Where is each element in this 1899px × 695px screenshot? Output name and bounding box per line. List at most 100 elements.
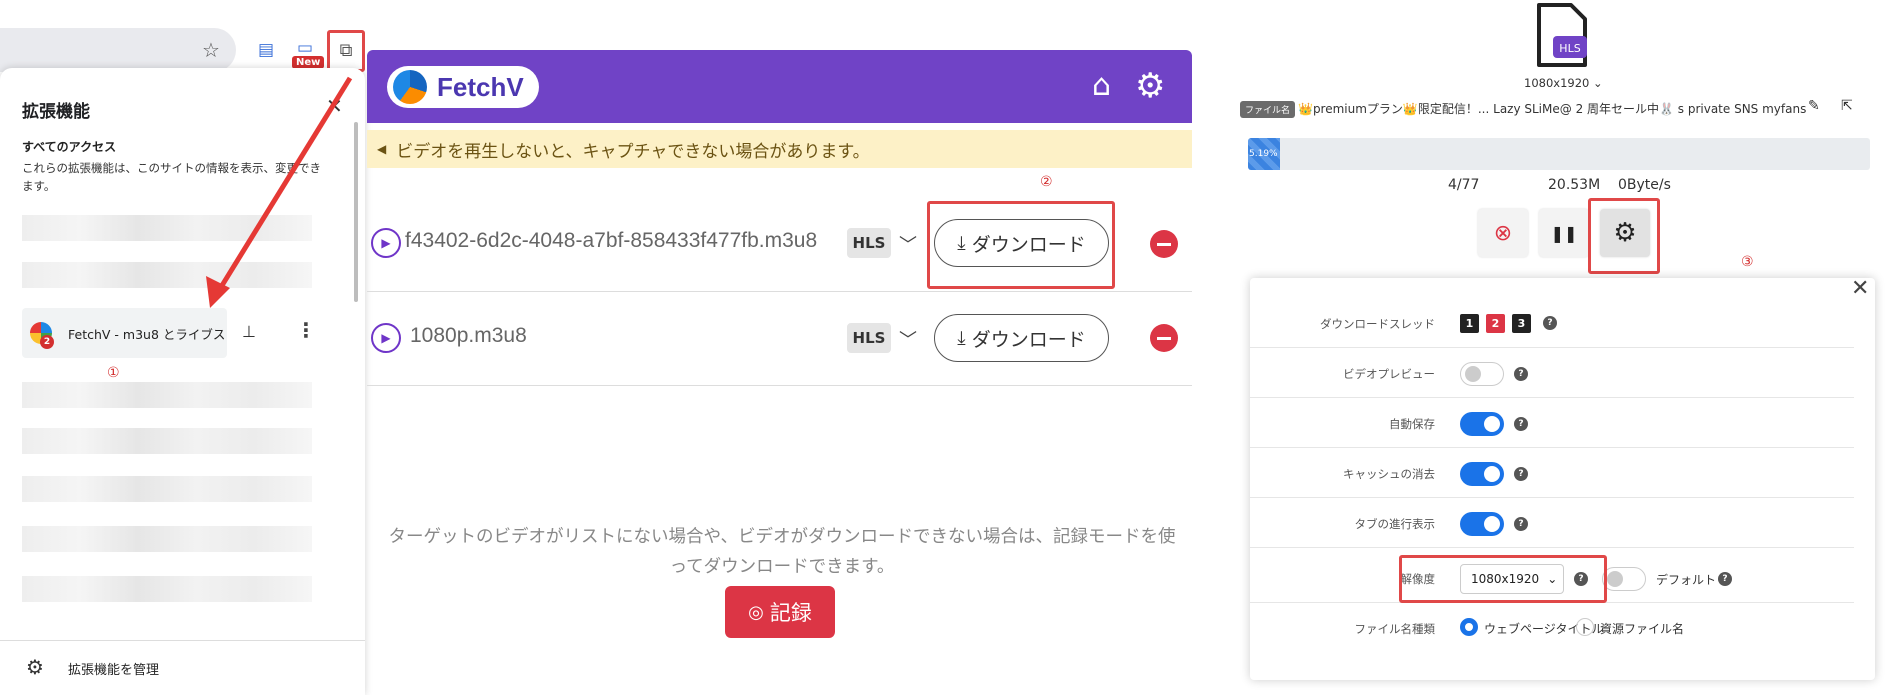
- radio-source-name[interactable]: [1576, 618, 1594, 636]
- tab-progress-toggle[interactable]: [1460, 512, 1504, 536]
- star-icon[interactable]: ☆: [198, 37, 224, 63]
- access-title: すべてのアクセス: [22, 140, 117, 154]
- gear-icon[interactable]: ⚙: [1135, 66, 1165, 106]
- chevron-down-icon: ⌄: [1593, 76, 1603, 90]
- help-icon[interactable]: ?: [1514, 417, 1528, 431]
- download-button[interactable]: ⤓ ダウンロード: [934, 314, 1109, 362]
- filename-tag: ファイル名: [1240, 101, 1296, 118]
- setting-label: キャッシュの消去: [1343, 467, 1435, 481]
- remove-button[interactable]: [1150, 324, 1178, 352]
- remove-button[interactable]: [1150, 230, 1178, 258]
- clear-cache-toggle[interactable]: [1460, 462, 1504, 486]
- blurred-extension-row: [22, 476, 312, 502]
- more-vert-icon[interactable]: ⋮: [296, 318, 316, 342]
- puzzle-highlight: [327, 30, 365, 72]
- chevron-down-icon[interactable]: ﹀: [899, 326, 917, 352]
- blurred-extension-row: [22, 428, 312, 454]
- file-name: f43402-6d2c-4048-a7bf-858433f477fb.m3u8: [405, 229, 818, 252]
- settings-highlight: [1588, 198, 1660, 274]
- brand-name: FetchV: [437, 71, 524, 102]
- external-link-icon[interactable]: ⇱: [1841, 98, 1853, 114]
- fetchv-logo-icon: [393, 70, 427, 104]
- download-icon: ⤓: [957, 327, 966, 349]
- chevron-down-icon[interactable]: ﹀: [899, 231, 917, 257]
- setting-filename-type: ファイル名種類 ウェブページタイトル 資源ファイル名: [1250, 603, 1854, 653]
- setting-threads: ダウンロードスレッド 1 2 3 ?: [1250, 298, 1854, 348]
- notice-text: ビデオを再生しないと、キャプチャできない場合があります。: [396, 141, 870, 162]
- red-arrow-annotation: [206, 76, 353, 308]
- setting-preview: ビデオプレビュー ?: [1250, 348, 1854, 398]
- resolution-highlight: [1399, 555, 1607, 603]
- record-button[interactable]: ◎ 記録: [725, 586, 835, 638]
- progress-fill: 5.19%: [1248, 138, 1281, 170]
- setting-label: ビデオプレビュー: [1343, 367, 1435, 381]
- edit-icon[interactable]: ✎: [1808, 98, 1820, 114]
- record-label: 記録: [769, 601, 812, 625]
- setting-autosave: 自動保存 ?: [1250, 398, 1854, 448]
- setting-label: ファイル名種類: [1354, 622, 1436, 636]
- radio-webpage-title[interactable]: [1460, 618, 1478, 636]
- speaker-icon: ◀: [377, 142, 387, 156]
- setting-label: 自動保存: [1389, 417, 1435, 431]
- thread-option[interactable]: 2: [1486, 314, 1505, 333]
- play-icon[interactable]: ▶: [371, 228, 401, 258]
- manage-extensions-label[interactable]: 拡張機能を管理: [68, 659, 159, 678]
- default-toggle[interactable]: [1602, 567, 1646, 591]
- thread-option[interactable]: 3: [1512, 314, 1531, 333]
- step-marker-3: ③: [1741, 254, 1754, 270]
- resolution-selector[interactable]: 1080x1920 ⌄: [1524, 76, 1603, 90]
- default-label: デフォルト: [1656, 573, 1717, 587]
- help-icon[interactable]: ?: [1514, 517, 1528, 531]
- fetchv-popup: FetchV ⌂ ⚙ ◀ ビデオを再生しないと、キャプチャできない場合があります…: [367, 50, 1192, 660]
- pin-icon[interactable]: ⊥: [242, 322, 256, 341]
- help-icon[interactable]: ?: [1514, 367, 1528, 381]
- pause-icon: ❚❚: [1550, 223, 1578, 243]
- blurred-extension-row: [22, 576, 312, 602]
- format-tag: HLS: [847, 323, 891, 353]
- file-type-label: HLS: [1559, 42, 1580, 55]
- blurred-extension-row: [22, 526, 312, 552]
- setting-label: ダウンロードスレッド: [1320, 317, 1435, 331]
- file-icon: HLS: [1537, 3, 1587, 67]
- cancel-icon: ⊗: [1493, 220, 1513, 246]
- downloaded-size: 20.53M: [1548, 177, 1601, 193]
- setting-label: タブの進行表示: [1354, 517, 1436, 531]
- record-hint: ターゲットのビデオがリストにない場合や、ビデオがダウンロードできない場合は、記録…: [388, 527, 1176, 577]
- segment-count: 4/77: [1448, 177, 1480, 193]
- blurred-extension-row: [22, 382, 312, 408]
- thread-option[interactable]: 1: [1460, 314, 1479, 333]
- cancel-button[interactable]: ⊗: [1478, 209, 1528, 257]
- file-name: 1080p.m3u8: [410, 324, 527, 347]
- menu-title: 拡張機能: [22, 102, 90, 122]
- record-icon: ◎: [748, 601, 764, 623]
- setting-tab-progress: タブの進行表示 ?: [1250, 498, 1854, 548]
- notice-bar: ◀ ビデオを再生しないと、キャプチャできない場合があります。: [367, 130, 1192, 168]
- reading-list-icon[interactable]: ▤: [253, 37, 279, 63]
- download-label: ダウンロード: [971, 328, 1086, 351]
- option-label: 資源ファイル名: [1600, 622, 1685, 636]
- brand-pill: FetchV: [387, 66, 539, 108]
- download-progress-panel: HLS 1080x1920 ⌄ ファイル名 👑premiumプラン👑限定配信！.…: [1240, 0, 1899, 695]
- play-icon[interactable]: ▶: [371, 323, 401, 353]
- home-icon[interactable]: ⌂: [1092, 68, 1111, 103]
- preview-toggle[interactable]: [1460, 362, 1504, 386]
- progress-bar: [1248, 138, 1870, 170]
- extension-label[interactable]: FetchV - m3u8 とライブス...: [68, 324, 226, 343]
- help-icon[interactable]: ?: [1514, 467, 1528, 481]
- gear-icon: ⚙: [26, 655, 44, 679]
- help-icon[interactable]: ?: [1718, 572, 1732, 586]
- autosave-toggle[interactable]: [1460, 412, 1504, 436]
- extension-badge: 2: [40, 335, 54, 349]
- filename-text: 👑premiumプラン👑限定配信！... Lazy SLiMe@ 2 周年セール…: [1298, 102, 1807, 116]
- format-tag: HLS: [847, 228, 891, 258]
- manage-extensions-row[interactable]: [0, 640, 365, 695]
- pause-button[interactable]: ❚❚: [1539, 209, 1589, 257]
- download-highlight: [927, 201, 1115, 289]
- resolution-selector-value: 1080x1920: [1524, 76, 1590, 90]
- step-marker-2: ②: [1040, 174, 1053, 190]
- step-marker-1: ①: [107, 365, 120, 381]
- help-icon[interactable]: ?: [1543, 316, 1557, 330]
- setting-clear-cache: キャッシュの消去 ?: [1250, 448, 1854, 498]
- chrome-extensions-panel: ☆ ▤ ▭ New ⧉ 拡張機能 ✕ すべてのアクセス これらの拡張機能は、この…: [0, 0, 365, 695]
- download-speed: 0Byte/s: [1618, 177, 1671, 193]
